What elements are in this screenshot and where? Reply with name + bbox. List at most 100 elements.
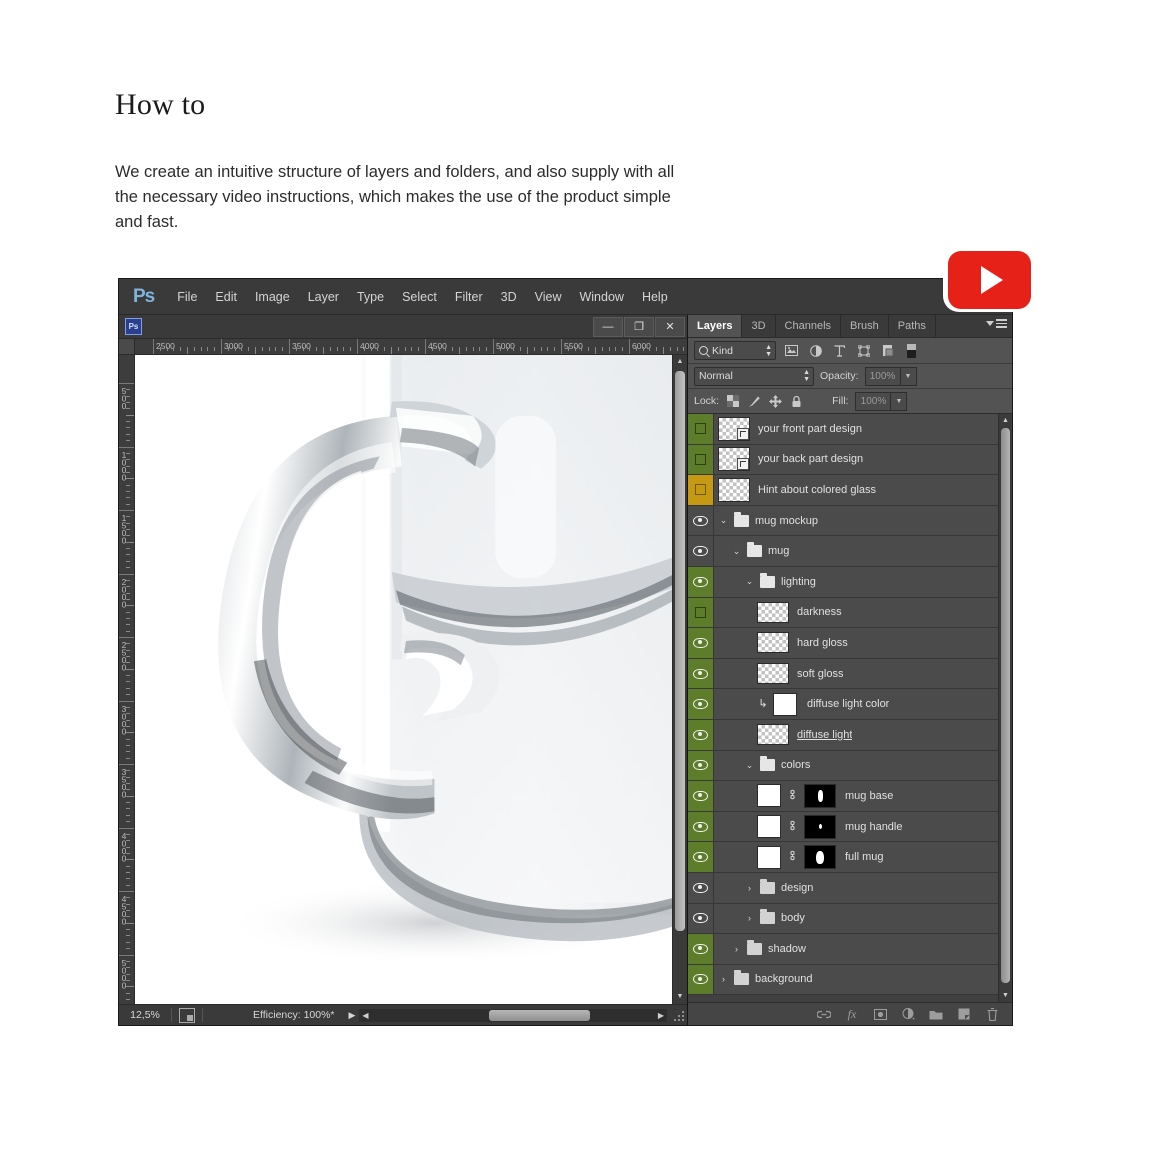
panel-menu-button[interactable] <box>986 319 1007 328</box>
layer-name[interactable]: soft gloss <box>797 668 843 680</box>
layers-scroll-down-arrow[interactable]: ▼ <box>999 989 1012 1002</box>
menu-item-layer[interactable]: Layer <box>299 287 348 307</box>
mask-link-icon[interactable] <box>787 789 798 803</box>
layer-row[interactable]: diffuse light <box>688 719 999 751</box>
layer-name[interactable]: mug <box>768 545 789 557</box>
canvas[interactable] <box>135 355 673 1004</box>
layer-name[interactable]: Hint about colored glass <box>758 484 876 496</box>
horizontal-scroll-thumb[interactable] <box>488 1009 591 1021</box>
layer-visibility-toggle[interactable] <box>688 842 714 872</box>
layer-row[interactable]: › shadow <box>688 934 999 965</box>
document-info-icon[interactable] <box>179 1007 195 1023</box>
layer-mask-thumbnail[interactable] <box>804 814 836 839</box>
vertical-ruler[interactable]: 500 1000 1500 2000 2500 3000 3500 4000 4500 5000 <box>119 355 135 1004</box>
scroll-right-arrow[interactable]: ▶ <box>655 1009 667 1022</box>
lock-all-icon[interactable] <box>789 394 803 408</box>
ruler-corner[interactable] <box>119 339 135 355</box>
status-popup-arrow[interactable]: ▶ <box>349 1010 356 1021</box>
layer-row[interactable]: your back part design <box>688 444 999 476</box>
layer-name[interactable]: mug base <box>845 790 893 802</box>
type-filter-icon[interactable] <box>831 342 848 359</box>
layer-name[interactable]: your front part design <box>758 423 862 435</box>
layer-name[interactable]: design <box>781 882 813 894</box>
disclosure-closed-icon[interactable]: › <box>718 974 729 984</box>
layer-row[interactable]: ⌄ mug mockup <box>688 505 999 537</box>
menu-item-view[interactable]: View <box>526 287 571 307</box>
delete-layer-icon[interactable] <box>985 1007 999 1021</box>
layer-row[interactable]: mug handle <box>688 811 999 843</box>
layer-visibility-toggle[interactable] <box>688 872 714 903</box>
layer-visibility-toggle[interactable] <box>688 444 714 475</box>
layer-thumbnail[interactable] <box>757 632 789 654</box>
mask-link-icon[interactable] <box>787 820 798 834</box>
layer-name[interactable]: full mug <box>845 851 884 863</box>
filter-toggle-icon[interactable] <box>903 342 920 359</box>
mask-link-icon[interactable] <box>787 850 798 864</box>
layer-visibility-toggle[interactable] <box>688 658 714 689</box>
horizontal-ruler[interactable]: 2500 3000 3500 4000 4500 5000 5500 6000 <box>135 339 687 355</box>
layers-scrollbar[interactable]: ▲ ▼ <box>998 414 1012 1002</box>
layer-row[interactable]: ↳ diffuse light color <box>688 689 999 720</box>
disclosure-open-icon[interactable]: ⌄ <box>731 546 742 557</box>
menu-item-filter[interactable]: Filter <box>446 287 492 307</box>
menu-item-image[interactable]: Image <box>246 287 299 307</box>
layer-row[interactable]: soft gloss <box>688 658 999 690</box>
layer-visibility-toggle[interactable] <box>688 964 714 995</box>
panel-tab-paths[interactable]: Paths <box>889 315 936 337</box>
panel-tab-3d[interactable]: 3D <box>742 315 776 337</box>
layer-name[interactable]: body <box>781 912 805 924</box>
smart-object-filter-icon[interactable] <box>879 342 896 359</box>
layer-row[interactable]: darkness <box>688 597 999 629</box>
layer-mask-thumbnail[interactable] <box>804 845 836 870</box>
blend-mode-select[interactable]: Normal ▲ ▼ <box>694 366 814 386</box>
layer-thumbnail[interactable] <box>718 477 750 502</box>
disclosure-closed-icon[interactable]: › <box>744 913 755 923</box>
layer-thumbnail[interactable] <box>757 724 789 746</box>
solid-color-thumbnail[interactable] <box>773 692 797 716</box>
layer-name[interactable]: colors <box>781 759 810 771</box>
menu-item-help[interactable]: Help <box>633 287 677 307</box>
layer-name[interactable]: background <box>755 973 813 985</box>
disclosure-open-icon[interactable]: ⌄ <box>718 515 729 526</box>
layer-name[interactable]: diffuse light color <box>807 698 889 710</box>
opacity-slider-toggle[interactable]: ▼ <box>900 366 917 386</box>
layer-row[interactable]: › body <box>688 903 999 935</box>
layer-name[interactable]: darkness <box>797 606 842 618</box>
layer-row[interactable]: ⌄ colors <box>688 750 999 782</box>
scroll-left-arrow[interactable]: ◀ <box>359 1009 371 1022</box>
add-layer-mask-icon[interactable] <box>873 1007 887 1021</box>
menu-item-edit[interactable]: Edit <box>206 287 246 307</box>
menu-item-3d[interactable]: 3D <box>492 287 526 307</box>
scroll-thumb[interactable] <box>675 371 685 931</box>
panel-tab-brush[interactable]: Brush <box>841 315 889 337</box>
layer-thumbnail[interactable] <box>757 815 781 839</box>
layer-thumbnail[interactable] <box>757 601 789 623</box>
layer-visibility-toggle[interactable] <box>688 719 714 750</box>
layer-row[interactable]: mug base <box>688 781 999 812</box>
layer-visibility-toggle[interactable] <box>688 750 714 781</box>
layer-visibility-toggle[interactable] <box>688 505 714 536</box>
panel-tab-channels[interactable]: Channels <box>776 315 842 337</box>
adjustment-layer-icon[interactable] <box>901 1007 915 1021</box>
new-group-icon[interactable] <box>929 1007 943 1021</box>
layer-name[interactable]: diffuse light <box>797 729 852 741</box>
maximize-button[interactable]: ❐ <box>624 317 654 337</box>
layer-thumbnail[interactable] <box>718 447 750 472</box>
layer-thumbnail[interactable] <box>757 784 781 808</box>
layer-visibility-toggle[interactable] <box>688 475 714 505</box>
disclosure-open-icon[interactable]: ⌄ <box>744 760 755 771</box>
layer-visibility-toggle[interactable] <box>688 597 714 628</box>
filter-kind-select[interactable]: Kind ▲ ▼ <box>694 341 776 360</box>
menu-item-select[interactable]: Select <box>393 287 446 307</box>
layer-row[interactable]: Hint about colored glass <box>688 475 999 506</box>
layer-row[interactable]: ⌄ lighting <box>688 566 999 598</box>
layers-scroll-thumb[interactable] <box>1001 428 1010 983</box>
layer-visibility-toggle[interactable] <box>688 781 714 811</box>
youtube-play-badge[interactable] <box>943 247 1036 312</box>
resize-grip[interactable] <box>671 1008 685 1022</box>
scroll-down-arrow[interactable]: ▼ <box>673 990 687 1004</box>
layer-name[interactable]: mug handle <box>845 821 903 833</box>
layer-visibility-toggle[interactable] <box>688 689 714 719</box>
new-layer-icon[interactable] <box>957 1007 971 1021</box>
menu-item-type[interactable]: Type <box>348 287 393 307</box>
